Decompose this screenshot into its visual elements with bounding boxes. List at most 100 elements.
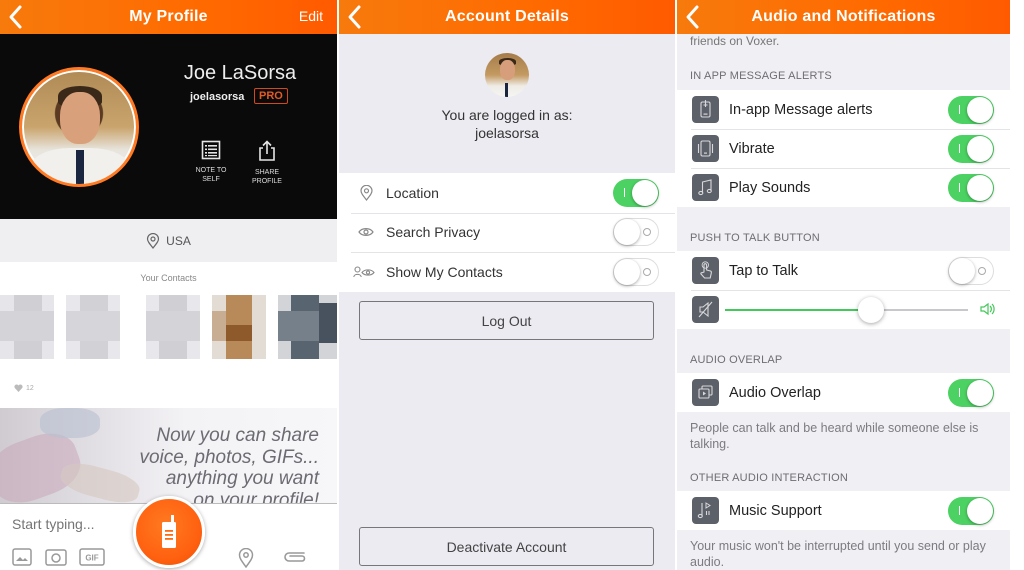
profile-location: USA [0,219,337,262]
page-title: Account Details [445,8,569,25]
inapp-alerts-toggle[interactable] [948,95,994,124]
setting-row-music-support: Music Support [677,491,1010,530]
volume-high-icon [980,302,995,316]
volume-mute-icon [698,301,713,318]
audio-overlap-toggle[interactable] [948,378,994,407]
back-button[interactable] [683,3,703,31]
setting-row-location: Location [339,173,675,213]
back-button[interactable] [6,3,26,31]
profile-name: Joe LaSorsa [183,62,297,84]
location-text: USA [166,233,191,248]
logged-in-info: You are logged in as: joelasorsa [339,106,675,142]
chevron-left-icon [686,5,699,29]
account-settings-list: Location Search Privacy Show My Contacts [339,173,675,292]
camera-button[interactable] [45,548,67,570]
contact-avatar[interactable] [278,295,337,359]
location-pin-icon [147,232,160,249]
tap-to-talk-toggle[interactable] [948,256,994,285]
share-profile-label-line2: PROFILE [252,178,282,185]
gif-icon: GIF [79,548,105,566]
contact-avatar[interactable] [0,295,54,359]
heart-icon [14,384,23,392]
setting-row-tap-to-talk: Tap to Talk [677,251,1010,290]
account-details-screen: Account Details You are logged in as: jo… [339,0,675,570]
message-input[interactable] [12,516,132,532]
logged-in-label: You are logged in as: [441,107,573,123]
profile-nav-bar: My Profile Edit [0,0,337,34]
profile-username: joelasorsa [190,91,245,103]
back-button[interactable] [345,3,365,31]
contacts-title: Your Contacts [140,273,197,283]
setting-row-inapp-alerts: In-app Message alerts [677,90,1010,129]
other-audio-group: Music Support [677,491,1010,530]
promo-line: Now you can share [156,425,319,446]
contact-avatar[interactable] [212,295,266,359]
music-support-toggle[interactable] [948,496,994,525]
page-title: Audio and Notifications [751,8,936,25]
eye-icon [358,228,374,237]
phone-alert-icon [700,100,711,118]
chevron-left-icon [9,5,22,29]
section-header: IN APP MESSAGE ALERTS [690,70,832,82]
audio-nav-bar: Audio and Notifications [677,0,1010,34]
promo-text: Now you can share voice, photos, GIFs...… [89,425,319,504]
edit-button[interactable]: Edit [299,8,323,24]
show-contacts-toggle[interactable] [613,257,659,286]
push-to-talk-button[interactable] [133,496,205,568]
log-out-button[interactable]: Log Out [359,301,654,340]
music-support-footer: Your music won't be interrupted until yo… [690,539,986,569]
scrolled-note: friends on Voxer. [690,34,780,48]
svg-text:GIF: GIF [85,554,98,563]
volume-row [677,290,1010,329]
location-button[interactable] [238,547,254,570]
tap-hand-icon [700,261,712,279]
paperclip-icon [284,552,306,562]
share-icon [259,140,275,161]
image-button[interactable] [12,548,32,570]
contacts-eye-icon [353,266,375,277]
share-profile-button[interactable]: SHARE PROFILE [242,140,292,186]
music-play-icon [697,502,711,519]
account-header: You are logged in as: joelasorsa [339,34,675,173]
pro-badge: PRO [254,88,288,104]
likes-number: 12 [26,384,34,392]
music-note-icon [698,179,712,196]
note-list-icon [201,140,221,160]
note-to-self-button[interactable]: NOTE TO SELF [186,140,236,184]
location-toggle[interactable] [613,178,659,207]
page-title: My Profile [129,8,208,25]
setting-row-show-contacts: Show My Contacts [339,252,675,292]
audio-notifications-screen: friends on Voxer. IN APP MESSAGE ALERTS … [677,0,1010,570]
volume-slider-knob[interactable] [857,297,884,323]
promo-banner: Now you can share voice, photos, GIFs...… [0,408,337,504]
profile-avatar[interactable] [19,67,139,187]
chevron-left-icon [348,5,361,29]
setting-row-play-sounds: Play Sounds [677,168,1010,207]
image-icon [12,548,32,566]
location-pin-icon [238,547,254,569]
section-header: AUDIO OVERLAP [690,354,783,366]
contact-avatar[interactable] [66,295,120,359]
push-to-talk-group: Tap to Talk [677,251,1010,329]
audio-overlap-footer: People can talk and be heard while someo… [690,421,979,451]
walkie-talkie-icon [162,515,176,548]
contact-avatar[interactable] [146,295,200,359]
profile-header: Joe LaSorsa joelasorsa PRO NOTE TO SELF … [0,34,337,219]
setting-row-audio-overlap: Audio Overlap [677,373,1010,412]
deactivate-account-button[interactable]: Deactivate Account [359,527,654,566]
audio-overlap-group: Audio Overlap [677,373,1010,412]
account-nav-bar: Account Details [339,0,675,34]
message-alerts-group: In-app Message alerts Vibrate Play Sound… [677,90,1010,207]
account-avatar [485,53,529,97]
search-privacy-toggle[interactable] [613,218,659,247]
note-to-self-label-line1: NOTE TO [195,167,227,174]
volume-slider[interactable] [725,297,968,323]
logged-in-username: joelasorsa [475,125,539,141]
gif-button[interactable]: GIF [79,548,105,570]
promo-line: anything you want [165,468,319,489]
likes-count[interactable]: 12 [14,384,34,392]
vibrate-toggle[interactable] [948,134,994,163]
play-sounds-toggle[interactable] [948,173,994,202]
attach-button[interactable] [282,548,308,569]
promo-line: voice, photos, GIFs... [139,446,319,468]
